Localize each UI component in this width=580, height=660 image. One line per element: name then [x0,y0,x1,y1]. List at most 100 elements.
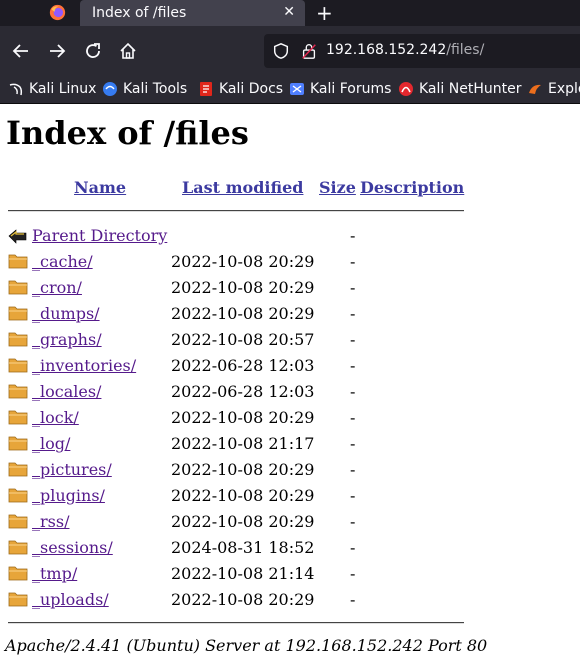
file-size: - [350,356,356,375]
directory-link[interactable]: _tmp/ [32,564,77,583]
bookmarks-toolbar: Kali Linux Kali Tools Kali Docs Kali For… [0,76,580,104]
column-header-name[interactable]: Name [74,178,126,197]
bookmark-kali-tools[interactable]: Kali Tools [102,81,187,97]
bookmark-label: Kali Linux [29,81,97,97]
folder-icon [8,358,28,373]
url-text[interactable]: 192.168.152.242/files/ [326,42,484,58]
bookmark-kali-nethunter[interactable]: Kali NetHunter [398,81,521,97]
directory-link[interactable]: _sessions/ [32,538,113,557]
directory-link[interactable]: _pictures/ [32,460,112,479]
last-modified: 2022-10-08 20:57 [171,330,315,349]
folder-icon [8,384,28,399]
forward-arrow-icon[interactable] [47,41,67,61]
folder-icon [8,306,28,321]
bookmark-kali-docs[interactable]: Kali Docs [198,81,283,97]
file-size: - [350,486,356,505]
close-tab-icon[interactable]: ✕ [283,4,295,20]
parent-directory-link[interactable]: Parent Directory [32,226,167,245]
last-modified: 2022-10-08 21:17 [171,434,315,453]
sort-by-description-link[interactable]: Description [360,178,464,197]
folder-icon [8,488,28,503]
sort-by-modified-link[interactable]: Last modified [182,178,303,197]
folder-icon [8,540,28,555]
bookmark-label: Kali NetHunter [419,81,522,97]
kali-docs-icon [200,82,212,96]
folder-icon [8,410,28,425]
active-tab[interactable]: Index of /files ✕ [80,0,305,28]
last-modified: 2022-10-08 20:29 [171,512,315,531]
file-size: - [350,408,356,427]
sort-by-size-link[interactable]: Size [319,178,356,197]
last-modified: 2022-06-28 12:03 [171,356,315,375]
bookmark-label: Explo [548,81,580,97]
bookmark-label: Kali Tools [123,81,188,97]
home-icon[interactable] [118,41,138,61]
file-size: - [350,434,356,453]
column-header-size[interactable]: Size [319,178,356,197]
bookmark-label: Kali Docs [219,81,284,97]
parent-size: - [350,226,356,245]
file-size: - [350,564,356,583]
table-row: _tmp/2022-10-08 21:14 - [0,564,470,586]
column-header-description[interactable]: Description [360,178,464,197]
last-modified: 2022-06-28 12:03 [171,382,315,401]
table-row: _graphs/2022-10-08 20:57 - [0,330,470,352]
page-content: Index of /files Name Last modified Size … [0,104,580,660]
last-modified: 2022-10-08 21:14 [171,564,315,583]
tab-title: Index of /files [92,5,187,21]
directory-link[interactable]: _inventories/ [32,356,136,375]
folder-icon [8,436,28,451]
header-divider [8,210,464,212]
back-arrow-icon [8,229,27,244]
directory-link[interactable]: _cache/ [32,252,93,271]
table-row: _plugins/2022-10-08 20:29 - [0,486,470,508]
column-header-modified[interactable]: Last modified [182,178,303,197]
table-row: _lock/2022-10-08 20:29 - [0,408,470,430]
last-modified: 2022-10-08 20:29 [171,590,315,609]
kali-forums-icon [290,83,304,95]
bookmark-kali-forums[interactable]: Kali Forums [289,81,391,97]
table-row: _cron/2022-10-08 20:29 - [0,278,470,300]
tab-strip: Index of /files ✕ + [0,0,580,28]
directory-link[interactable]: _log/ [32,434,70,453]
insecure-lock-icon[interactable] [300,42,318,60]
file-size: - [350,330,356,349]
new-tab-button[interactable]: + [316,1,333,25]
last-modified: 2022-10-08 20:29 [171,304,315,323]
folder-icon [8,592,28,607]
kali-dragon-icon [9,83,23,96]
folder-icon [8,462,28,477]
server-signature: Apache/2.4.41 (Ubuntu) Server at 192.168… [5,636,488,655]
reload-icon[interactable] [83,41,103,61]
folder-icon [8,280,28,295]
table-row: _dumps/2022-10-08 20:29 - [0,304,470,326]
directory-link[interactable]: _dumps/ [32,304,100,323]
folder-icon [8,254,28,269]
bookmark-exploit-db[interactable]: Explo [527,81,580,97]
directory-link[interactable]: _plugins/ [32,486,105,505]
table-row: _locales/2022-06-28 12:03 - [0,382,470,404]
folder-icon [8,332,28,347]
navigation-toolbar: 192.168.152.242/files/ [0,26,580,76]
firefox-icon[interactable] [49,4,66,21]
address-bar[interactable]: 192.168.152.242/files/ [264,34,580,68]
directory-link[interactable]: _lock/ [32,408,79,427]
footer-divider [8,622,464,624]
directory-link[interactable]: _cron/ [32,278,82,297]
file-size: - [350,304,356,323]
bookmark-kali-linux[interactable]: Kali Linux [8,81,96,97]
tracking-shield-icon[interactable] [272,42,290,60]
file-size: - [350,590,356,609]
sort-by-name-link[interactable]: Name [74,178,126,197]
directory-link[interactable]: _graphs/ [32,330,102,349]
last-modified: 2022-10-08 20:29 [171,460,315,479]
file-size: - [350,382,356,401]
table-row: _uploads/2022-10-08 20:29 - [0,590,470,612]
table-row: _pictures/2022-10-08 20:29 - [0,460,470,482]
bookmark-label: Kali Forums [310,81,392,97]
directory-link[interactable]: _uploads/ [32,590,109,609]
last-modified: 2022-10-08 20:29 [171,486,315,505]
directory-link[interactable]: _locales/ [32,382,101,401]
directory-link[interactable]: _rss/ [32,512,69,531]
back-arrow-icon[interactable] [11,41,31,61]
